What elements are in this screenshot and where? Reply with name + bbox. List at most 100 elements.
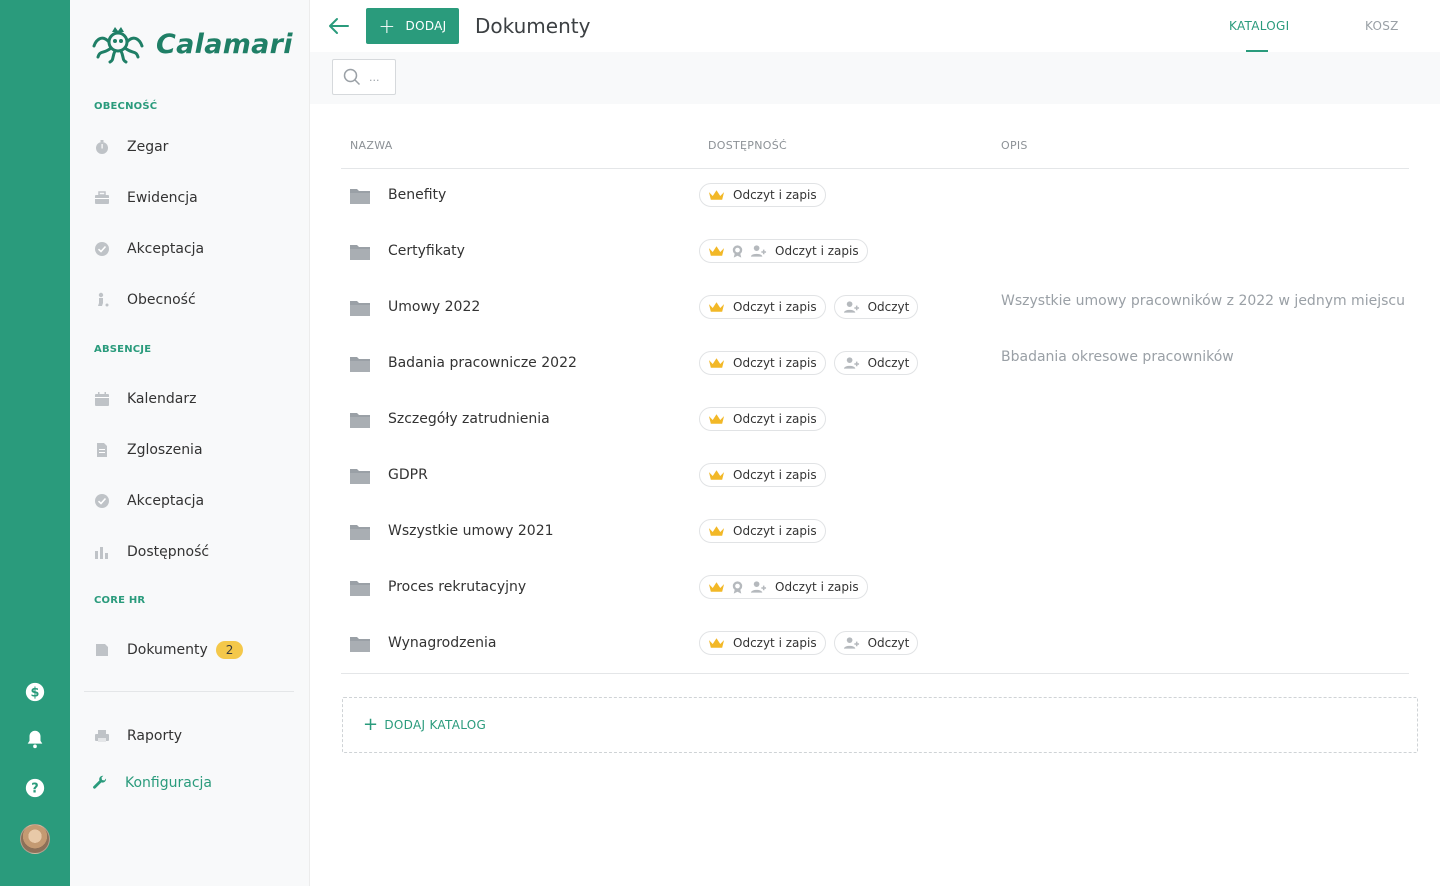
- add-catalog-button[interactable]: + DODAJ KATALOG: [342, 697, 1418, 753]
- access-chip[interactable]: Odczyt i zapis: [699, 295, 826, 319]
- sidebar-item-label: Akceptacja: [127, 493, 205, 509]
- sidebar-item-konfiguracja[interactable]: Konfiguracja: [90, 769, 212, 797]
- folder-icon: [349, 187, 371, 205]
- column-header-description: OPIS: [1001, 139, 1028, 152]
- access-chip[interactable]: Odczyt i zapis: [699, 407, 826, 431]
- access-chip[interactable]: Odczyt: [833, 295, 919, 319]
- access-label: Odczyt i zapis: [775, 244, 859, 258]
- catalog-name[interactable]: Wynagrodzenia: [388, 635, 496, 651]
- access-label: Odczyt: [867, 356, 910, 370]
- crown-icon: [708, 636, 729, 650]
- table-row[interactable]: Umowy 2022 Odczyt i zapis Odczyt Wszystkie …: [341, 281, 1409, 337]
- person-walking-icon: [92, 290, 112, 310]
- access-chip[interactable]: Odczyt i zapis: [699, 351, 826, 375]
- folder-icon: [349, 299, 371, 317]
- tab-kosz[interactable]: KOSZ: [1365, 19, 1399, 33]
- app-rail: $ ?: [0, 0, 70, 886]
- plus-icon: +: [378, 14, 396, 38]
- folder-icon: [349, 411, 371, 429]
- search-input[interactable]: ...: [332, 59, 396, 95]
- access-label: Odczyt i zapis: [733, 356, 817, 370]
- access-chips: Odczyt i zapis: [699, 407, 826, 431]
- crown-icon: [708, 580, 729, 594]
- access-chip[interactable]: Odczyt: [833, 351, 919, 375]
- access-chip[interactable]: Odczyt i zapis: [699, 239, 868, 263]
- sidebar-item-label: Akceptacja: [127, 241, 205, 257]
- page-title: Dokumenty: [475, 14, 591, 38]
- access-chip[interactable]: Odczyt i zapis: [699, 631, 826, 655]
- check-circle-icon: [92, 491, 112, 511]
- catalog-name[interactable]: Umowy 2022: [388, 299, 480, 315]
- table-row[interactable]: Wynagrodzenia Odczyt i zapis Odczyt: [341, 617, 1409, 673]
- table-bottom-divider: [341, 673, 1409, 674]
- add-button[interactable]: + DODAJ: [366, 8, 459, 44]
- badge-icon: [729, 244, 750, 258]
- table-row[interactable]: Certyfikaty Odczyt i zapis: [341, 225, 1409, 281]
- back-arrow-icon[interactable]: [328, 15, 350, 37]
- document-icon: [92, 440, 112, 460]
- sidebar-item-label: Zgloszenia: [127, 442, 203, 458]
- file-icon: [92, 640, 112, 660]
- table-row[interactable]: Wszystkie umowy 2021 Odczyt i zapis: [341, 505, 1409, 561]
- printer-icon: [92, 726, 112, 746]
- table-row[interactable]: Szczegóły zatrudnienia Odczyt i zapis: [341, 393, 1409, 449]
- briefcase-icon: [92, 188, 112, 208]
- access-label: Odczyt i zapis: [733, 412, 817, 426]
- users-icon: [750, 244, 771, 258]
- help-icon[interactable]: ?: [24, 777, 46, 799]
- tab-katalogi[interactable]: KATALOGI: [1229, 19, 1289, 33]
- catalog-name[interactable]: Benefity: [388, 187, 446, 203]
- access-label: Odczyt i zapis: [733, 636, 817, 650]
- sidebar-item-akceptacja-absencji[interactable]: Akceptacja: [92, 487, 204, 515]
- sidebar-item-akceptacja[interactable]: Akceptacja: [92, 235, 204, 263]
- calamari-logo[interactable]: Calamari: [90, 22, 293, 66]
- table-row[interactable]: Benefity Odczyt i zapis: [341, 169, 1409, 225]
- sidebar-item-zgloszenia[interactable]: Zgloszenia: [92, 436, 203, 464]
- table-row[interactable]: GDPR Odczyt i zapis: [341, 449, 1409, 505]
- sidebar-item-raporty[interactable]: Raporty: [92, 722, 182, 750]
- access-chip[interactable]: Odczyt i zapis: [699, 463, 826, 487]
- crown-icon: [708, 300, 729, 314]
- catalog-description: Wszystkie umowy pracowników z 2022 w jed…: [1001, 293, 1405, 309]
- folder-icon: [349, 355, 371, 373]
- users-icon: [750, 580, 771, 594]
- section-core-hr: CORE HR: [94, 595, 146, 606]
- section-absencje: ABSENCJE: [94, 344, 152, 355]
- check-circle-icon: [92, 239, 112, 259]
- access-label: Odczyt: [867, 636, 910, 650]
- sidebar-item-dostepnosc[interactable]: Dostępność: [92, 538, 209, 566]
- sidebar-item-kalendarz[interactable]: Kalendarz: [92, 385, 196, 413]
- sidebar-item-label: Obecność: [127, 292, 196, 308]
- catalog-name[interactable]: Wszystkie umowy 2021: [388, 523, 554, 539]
- sidebar-item-obecnosc[interactable]: Obecność: [92, 286, 196, 314]
- bell-icon[interactable]: [24, 728, 46, 750]
- access-chip[interactable]: Odczyt: [833, 631, 919, 655]
- access-chip[interactable]: Odczyt i zapis: [699, 575, 868, 599]
- sidebar-item-ewidencja[interactable]: Ewidencja: [92, 184, 198, 212]
- crown-icon: [708, 356, 729, 370]
- sidebar-item-zegar[interactable]: Zegar: [92, 133, 168, 161]
- access-chip[interactable]: Odczyt i zapis: [699, 519, 826, 543]
- catalog-name[interactable]: Proces rekrutacyjny: [388, 579, 526, 595]
- access-chip[interactable]: Odczyt i zapis: [699, 183, 826, 207]
- search-icon: [343, 68, 361, 86]
- dollar-icon[interactable]: $: [24, 681, 46, 703]
- sidebar-divider: [84, 691, 294, 692]
- sidebar-item-label: Konfiguracja: [125, 775, 213, 791]
- sidebar-item-label: Raporty: [127, 728, 182, 744]
- sidebar-item-label: Zegar: [127, 139, 169, 155]
- catalog-name[interactable]: Badania pracownicze 2022: [388, 355, 577, 371]
- access-chips: Odczyt i zapis Odczyt: [699, 631, 919, 655]
- access-chips: Odczyt i zapis: [699, 463, 826, 487]
- access-chips: Odczyt i zapis: [699, 239, 868, 263]
- catalog-name[interactable]: Szczegóły zatrudnienia: [388, 411, 550, 427]
- folder-icon: [349, 467, 371, 485]
- sidebar-item-dokumenty[interactable]: Dokumenty 2: [92, 636, 244, 664]
- catalog-name[interactable]: Certyfikaty: [388, 243, 465, 259]
- catalog-name[interactable]: GDPR: [388, 467, 428, 483]
- user-avatar[interactable]: [20, 824, 50, 854]
- table-row[interactable]: Proces rekrutacyjny Odczyt i zapis: [341, 561, 1409, 617]
- badge-icon: [729, 580, 750, 594]
- folder-icon: [349, 635, 371, 653]
- table-row[interactable]: Badania pracownicze 2022 Odczyt i zapis Od…: [341, 337, 1409, 393]
